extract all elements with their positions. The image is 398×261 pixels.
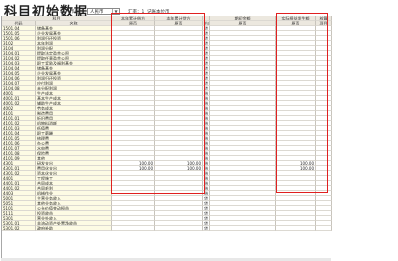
subject-initial-data-grid[interactable]: 科目 本年累计借方 本年累计贷方 期初余额 实际损益发生额 核算 代码 名称 原… xyxy=(1,16,332,261)
currency-select[interactable]: 人民币 ▼ xyxy=(87,8,120,15)
cell-v1[interactable] xyxy=(112,226,155,231)
cell-v4[interactable] xyxy=(276,226,316,231)
chevron-down-icon[interactable]: ▼ xyxy=(112,9,119,14)
cell-name: 政府补助 xyxy=(36,226,112,231)
cell-code: 5301.02 xyxy=(2,226,36,231)
cell-v3[interactable] xyxy=(210,226,276,231)
cell-v2[interactable] xyxy=(155,226,203,231)
currency-value: 人民币 xyxy=(90,10,104,15)
exchange-rate-label: 汇率：1 xyxy=(128,10,145,15)
base-currency-note: 记账本位币 xyxy=(147,10,170,15)
currency-label: 币别： xyxy=(70,10,84,15)
cell-d: 贷 xyxy=(203,226,210,231)
cell-v5[interactable] xyxy=(316,226,332,231)
